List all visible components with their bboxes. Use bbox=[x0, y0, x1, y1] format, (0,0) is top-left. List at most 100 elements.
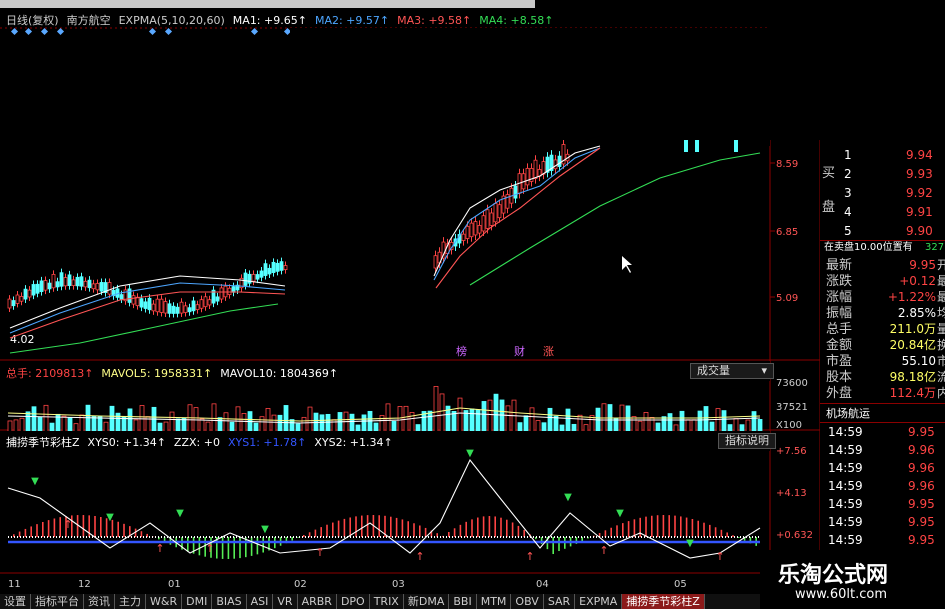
date-axis-label: 04 bbox=[536, 579, 549, 588]
candle-body bbox=[215, 296, 220, 302]
price-tick-label: 5.09 bbox=[776, 293, 798, 304]
candle-body bbox=[67, 274, 72, 286]
indicator-tab[interactable]: DPO bbox=[337, 594, 370, 609]
top-menu-strip: 复权前复卖出盘重横屏开户自选股周期历史画线选股 bbox=[0, 0, 535, 8]
trade-time: 14:59 bbox=[828, 533, 863, 547]
volume-bar bbox=[223, 412, 229, 434]
main-legend-item: MA1: +9.65↑ bbox=[232, 14, 307, 27]
volume-bar bbox=[451, 411, 457, 434]
news-annotation: 财 bbox=[514, 344, 525, 358]
ma3-line bbox=[9, 291, 286, 339]
candle-body bbox=[47, 282, 52, 290]
candle-body bbox=[251, 273, 256, 282]
candle-body bbox=[7, 298, 12, 309]
volume-bar bbox=[733, 418, 739, 434]
candle-body bbox=[27, 289, 32, 298]
buy-signal-icon: ↑ bbox=[415, 550, 424, 563]
candle-body bbox=[183, 305, 188, 313]
order-notice: 在卖盘10.00位置有 bbox=[824, 242, 913, 253]
volume-bar bbox=[715, 408, 721, 434]
trade-time: 14:59 bbox=[828, 497, 863, 511]
ma2-line bbox=[433, 147, 601, 281]
indicator-tab[interactable]: MTM bbox=[477, 594, 512, 609]
main-legend-item: 南方航空 bbox=[66, 14, 111, 27]
volume-bar bbox=[607, 404, 613, 434]
volume-bar bbox=[277, 414, 283, 434]
volume-bar bbox=[553, 415, 559, 434]
candle-body bbox=[167, 303, 172, 314]
indicator-tab[interactable]: ASI bbox=[247, 594, 274, 609]
indicator-tab[interactable]: 主力 bbox=[115, 594, 146, 609]
indicator-legend-item: XYS0: +1.34↑ bbox=[87, 436, 166, 449]
candle-body bbox=[107, 282, 112, 295]
stat-suffix: 开 bbox=[937, 258, 945, 272]
volume-tick-label: X100 bbox=[776, 420, 802, 431]
volume-bar bbox=[325, 413, 331, 434]
candle-body bbox=[227, 287, 232, 295]
indicator-tab[interactable]: VR bbox=[273, 594, 298, 609]
candle-body bbox=[95, 283, 100, 291]
chart-canvas[interactable]: 8.59 6.85 5.09 4.02 榜 财 涨 73600 37521 X100 ▼ ▼ ▼ ▼ ▼ ▼ ▼… bbox=[0, 8, 820, 588]
stat-label: 振幅 bbox=[826, 306, 853, 321]
indicator-tab[interactable]: 捕捞季节彩柱Z bbox=[622, 594, 705, 609]
indicator-tab[interactable]: OBV bbox=[511, 594, 544, 609]
candle-body bbox=[191, 300, 196, 312]
indicator-help-button[interactable]: 指标说明 bbox=[718, 433, 776, 449]
date-axis-label: 01 bbox=[168, 579, 181, 588]
indicator-tab[interactable]: SAR bbox=[544, 594, 576, 609]
volume-legend: 总手: 2109813↑ MAVOL5: 1958331↑ MAVOL10: 180… bbox=[6, 365, 346, 381]
volume-bar bbox=[529, 407, 535, 434]
candle-body bbox=[255, 274, 260, 280]
indicator-tab-bar: 设置 指标平台 资讯 主力 W&R DMI BIAS ASI VR ARBR DPO TRIX 新DMA… bbox=[0, 594, 760, 609]
volume-bar bbox=[721, 410, 727, 434]
volume-bar bbox=[67, 417, 73, 434]
candle-body bbox=[187, 307, 192, 313]
volume-bar bbox=[343, 411, 349, 434]
candle-body bbox=[51, 273, 56, 289]
candle-body bbox=[493, 202, 498, 223]
stat-suffix: 市 bbox=[937, 354, 945, 368]
stat-value: 112.4万 bbox=[889, 386, 936, 400]
indicator-tab[interactable]: TRIX bbox=[370, 594, 404, 609]
indicator-tab[interactable]: 设置 bbox=[0, 594, 31, 609]
volume-bar bbox=[199, 418, 205, 434]
candle-body bbox=[63, 277, 68, 287]
indicator-tab[interactable]: BIAS bbox=[212, 594, 247, 609]
volume-bar bbox=[319, 414, 325, 434]
indicator-tab[interactable]: 新DMA bbox=[404, 594, 450, 609]
candle-body bbox=[143, 301, 148, 309]
indicator-tab[interactable]: DMI bbox=[182, 594, 213, 609]
indicator-tab[interactable]: 指标平台 bbox=[31, 594, 84, 609]
volume-bar bbox=[271, 414, 277, 434]
candle-body bbox=[119, 294, 124, 300]
indicator-tab[interactable]: EXPMA bbox=[575, 594, 623, 609]
volume-bar bbox=[259, 416, 265, 434]
indicator-legend-item: 捕捞季节彩柱Z bbox=[6, 436, 80, 449]
main-legend-item: EXPMA(5,10,20,60) bbox=[118, 14, 225, 27]
indicator-tab[interactable]: BBI bbox=[449, 594, 477, 609]
main-legend-item: MA2: +9.57↑ bbox=[314, 14, 390, 27]
volume-bar bbox=[439, 393, 445, 434]
mouse-cursor-icon bbox=[622, 256, 632, 273]
volume-bar bbox=[433, 386, 439, 434]
volume-bar bbox=[25, 411, 31, 434]
volume-bar bbox=[289, 419, 295, 434]
candle-body bbox=[695, 140, 699, 152]
stat-suffix: 均 bbox=[937, 306, 945, 320]
trade-time: 14:59 bbox=[828, 443, 863, 457]
indicator-tab[interactable]: W&R bbox=[146, 594, 183, 609]
volume-bar bbox=[613, 417, 619, 434]
volume-dropdown[interactable]: 成交量 ▾ bbox=[690, 363, 774, 379]
candle-body bbox=[151, 303, 156, 312]
indicator-tab[interactable]: 资讯 bbox=[84, 594, 115, 609]
volume-bar bbox=[169, 411, 175, 434]
indicator-tab[interactable]: ARBR bbox=[298, 594, 337, 609]
diamond-marker-icon bbox=[10, 27, 19, 36]
volume-bar bbox=[283, 405, 289, 434]
volume-bar bbox=[235, 406, 241, 434]
candle-body bbox=[19, 296, 24, 302]
stat-label: 涨幅 bbox=[826, 290, 853, 305]
volume-bar bbox=[679, 410, 685, 434]
buy-signal-icon: ↑ bbox=[205, 542, 214, 555]
candle-body bbox=[99, 282, 104, 292]
